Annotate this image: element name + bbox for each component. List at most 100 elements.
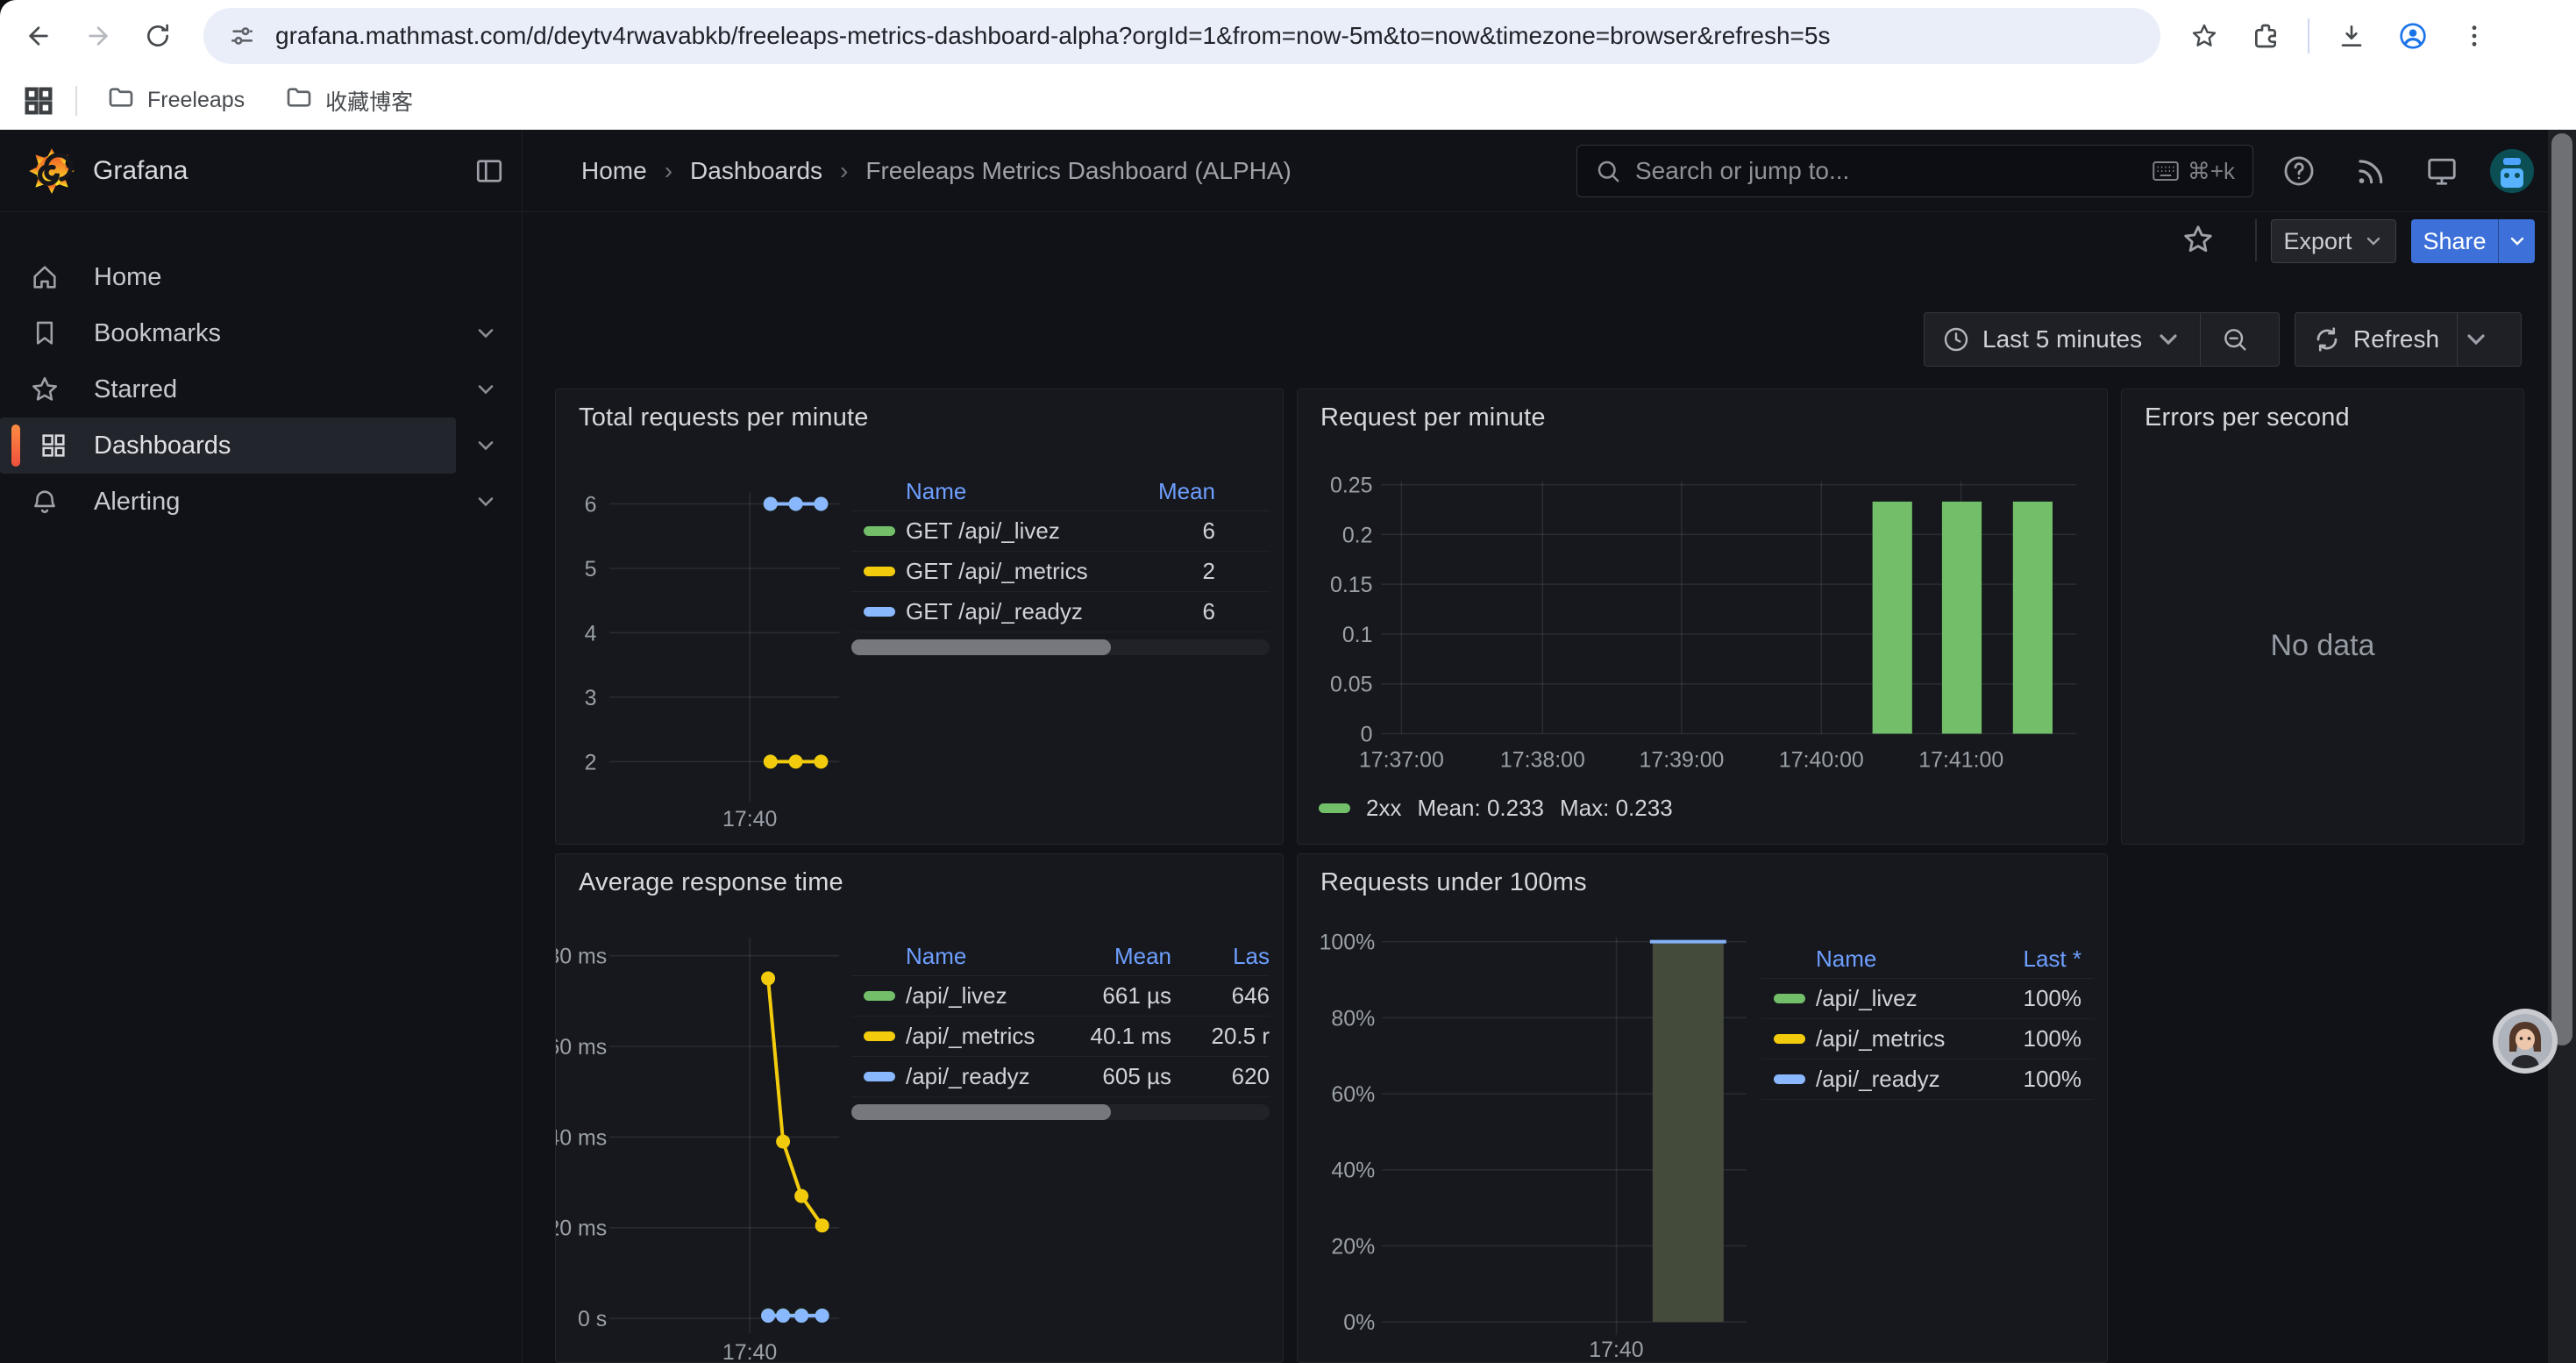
sidebar-item-starred[interactable]: Starred (0, 361, 522, 417)
legend-row[interactable]: GET /api/_metrics2 (851, 552, 1270, 592)
series-color-pill (864, 991, 895, 1001)
svg-text:100%: 100% (1320, 931, 1376, 955)
chevron-down-icon (2154, 325, 2182, 353)
series-name: /api/_livez (906, 982, 1040, 1010)
forward-icon[interactable] (75, 13, 121, 59)
legend-col-name[interactable]: Name (906, 478, 1136, 505)
legend-row[interactable]: /api/_metrics100% (1761, 1019, 2094, 1060)
series-color-pill (1774, 1034, 1805, 1044)
browser-menu-icon[interactable] (2455, 13, 2494, 59)
svg-text:17:37:00: 17:37:00 (1359, 747, 1444, 772)
legend-item-2xx[interactable]: 2xx Mean: 0.233 Max: 0.233 (1319, 795, 1673, 822)
sidebar-item-alerting[interactable]: Alerting (0, 474, 522, 530)
series-name: GET /api/_readyz (906, 598, 1136, 625)
page-scrollbar-thumb[interactable] (2551, 133, 2572, 1045)
legend-scrollbar-thumb[interactable] (851, 1104, 1111, 1120)
bookmark-star-icon[interactable] (2185, 13, 2224, 59)
legend-scrollbar[interactable] (851, 639, 1270, 655)
legend-row[interactable]: /api/_readyz605 µs620 (851, 1057, 1270, 1097)
refresh-label: Refresh (2353, 325, 2439, 353)
time-range-picker[interactable]: Last 5 minutes (1925, 313, 2200, 366)
bookmark-label: 收藏博客 (325, 85, 413, 117)
chevron-down-icon (2462, 325, 2490, 353)
panel-title[interactable]: Errors per second (2145, 403, 2350, 432)
search-input[interactable]: Search or jump to... ⌘+k (1576, 145, 2253, 197)
legend-scrollbar[interactable] (851, 1104, 1270, 1120)
svg-text:17:40: 17:40 (722, 1340, 777, 1363)
bookmark-item[interactable]: Freeleaps (93, 76, 259, 125)
legend-row[interactable]: /api/_metrics40.1 ms20.5 r (851, 1017, 1270, 1057)
news-rss-icon[interactable] (2353, 154, 2387, 188)
legend-header: NameMeanLas (851, 938, 1270, 976)
series-name: /api/_metrics (1816, 1025, 1985, 1053)
bookmark-item[interactable]: 收藏博客 (271, 76, 427, 125)
legend-col[interactable]: Las (1171, 943, 1270, 970)
breadcrumb-item[interactable]: Dashboards (690, 157, 822, 185)
series-name: GET /api/_metrics (906, 558, 1136, 585)
site-info-icon[interactable] (228, 22, 256, 50)
search-icon (1595, 158, 1621, 184)
legend-col[interactable]: Last * (1985, 946, 2081, 973)
legend-col[interactable]: Mean (1040, 943, 1171, 970)
apps-grid-icon[interactable] (21, 83, 56, 118)
series-value: 605 µs (1040, 1063, 1171, 1090)
apps-icon (39, 431, 68, 460)
sidebar-item-label: Bookmarks (94, 319, 221, 348)
refresh-group: Refresh (2295, 312, 2522, 367)
chevron-down-icon[interactable] (473, 377, 498, 402)
refresh-interval-button[interactable] (2457, 313, 2494, 366)
actions-divider (2255, 219, 2257, 261)
kiosk-monitor-icon[interactable] (2425, 154, 2459, 188)
sidebar-item-dashboards[interactable]: Dashboards (0, 417, 456, 474)
request-per-minute-chart[interactable]: 0.250.20.150.10.05017:37:0017:38:0017:39… (1298, 389, 2107, 844)
series-value: 100% (1985, 1066, 2081, 1093)
sidebar-item-bookmarks[interactable]: Bookmarks (0, 305, 522, 361)
legend-row[interactable]: /api/_livez100% (1761, 979, 2094, 1019)
extensions-icon[interactable] (2246, 13, 2285, 59)
refresh-button[interactable]: Refresh (2295, 313, 2457, 366)
chevron-down-icon[interactable] (473, 321, 498, 346)
help-icon[interactable] (2282, 154, 2316, 188)
export-button[interactable]: Export (2271, 219, 2396, 263)
favorite-star-icon[interactable] (2181, 223, 2215, 256)
chevron-down-icon[interactable] (473, 433, 498, 458)
legend-scrollbar-thumb[interactable] (851, 639, 1111, 655)
share-menu-button[interactable] (2498, 219, 2535, 263)
home-icon (30, 262, 60, 292)
share-button[interactable]: Share (2411, 219, 2498, 263)
reload-icon[interactable] (135, 13, 181, 59)
user-avatar[interactable] (2490, 149, 2534, 193)
grafana-logo-icon[interactable] (26, 146, 77, 196)
legend-row[interactable]: GET /api/_livez6 (851, 511, 1270, 552)
zoom-out-button[interactable] (2200, 313, 2268, 366)
legend-header: NameLast * (1761, 940, 2094, 979)
sidebar-item-home[interactable]: Home (0, 249, 522, 305)
legend-col-name[interactable]: Name (906, 943, 1040, 970)
grafana-brand: Grafana (0, 130, 523, 212)
bookmarks-divider (75, 86, 77, 116)
no-data-label: No data (2122, 629, 2523, 663)
series-color-pill (1774, 1074, 1805, 1084)
profile-icon[interactable] (2394, 13, 2432, 59)
chevron-down-icon[interactable] (473, 489, 498, 514)
legend-row[interactable]: /api/_readyz100% (1761, 1060, 2094, 1100)
series-value: 100% (1985, 985, 2081, 1012)
legend-row[interactable]: /api/_livez661 µs646 (851, 976, 1270, 1017)
series-name: /api/_livez (1816, 985, 1985, 1012)
url-bar[interactable]: grafana.mathmast.com/d/deytv4rwavabkb/fr… (203, 8, 2160, 64)
legend-row[interactable]: GET /api/_readyz6 (851, 592, 1270, 632)
bookmarks-bar: Freeleaps 收藏博客 (0, 72, 2576, 130)
breadcrumb-item[interactable]: Home (581, 157, 647, 185)
breadcrumb-item[interactable]: Freeleaps Metrics Dashboard (ALPHA) (865, 157, 1292, 185)
legend-header: NameMean (851, 473, 1270, 511)
back-icon[interactable] (16, 13, 61, 59)
download-icon[interactable] (2332, 13, 2371, 59)
svg-text:0.05: 0.05 (1330, 673, 1372, 697)
legend-col-name[interactable]: Name (1816, 946, 1985, 973)
floating-assistant-avatar[interactable] (2492, 1008, 2558, 1074)
legend-col[interactable]: Mean (1136, 478, 1215, 505)
series-color-pill (864, 607, 895, 617)
series-name: GET /api/_livez (906, 517, 1136, 545)
sidebar-toggle-icon[interactable] (473, 155, 505, 187)
requests-under-100ms-chart[interactable]: 100%80%60%40%20%0%17:40 (1298, 854, 2107, 1362)
